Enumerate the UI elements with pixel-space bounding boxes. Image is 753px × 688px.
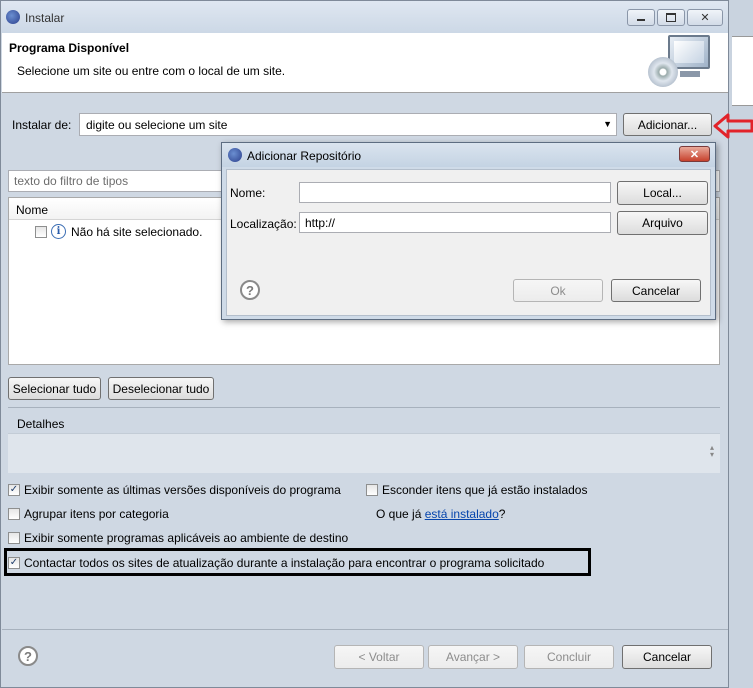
red-arrow-annotation	[713, 113, 753, 139]
install-from-value: digite ou selecione um site	[86, 118, 228, 132]
whats-installed-link[interactable]: está instalado	[425, 507, 499, 521]
hide-installed-label: Esconder itens que já estão instalados	[382, 483, 588, 497]
install-from-label: Instalar de:	[12, 118, 72, 132]
footer-separator	[2, 629, 728, 630]
select-all-button[interactable]: Selecionar tudo	[8, 377, 101, 400]
help-icon[interactable]: ?	[18, 646, 38, 666]
minimize-button[interactable]	[627, 9, 655, 26]
eclipse-logo-icon	[6, 10, 20, 24]
install-banner-icon	[648, 35, 712, 91]
dialog-eclipse-icon	[228, 148, 242, 162]
contact-all-sites-checkbox[interactable]: ✓	[8, 557, 20, 569]
deselect-all-button[interactable]: Deselecionar tudo	[108, 377, 214, 400]
maximize-icon	[666, 13, 676, 22]
separator	[8, 407, 720, 408]
show-latest-checkbox[interactable]: ✓	[8, 484, 20, 496]
wizard-header: Programa Disponível Selecione um site ou…	[2, 33, 728, 93]
show-applicable-label: Exibir somente programas aplicáveis ao a…	[24, 531, 349, 545]
local-button[interactable]: Local...	[617, 181, 708, 205]
whats-installed-text: O que já está instalado?	[376, 507, 506, 521]
details-scrollbar[interactable]: ▴ ▾	[708, 444, 716, 462]
title-bar: Instalar ✕	[1, 1, 728, 33]
contact-all-sites-label: Contactar todos os sites de atualização …	[24, 556, 545, 570]
background-window-content	[732, 36, 753, 106]
info-icon: i	[51, 224, 66, 239]
name-label: Nome:	[230, 186, 266, 200]
install-window: Instalar ✕ Programa Disponível Selecione…	[0, 0, 729, 688]
dialog-title-bar: Adicionar Repositório ✕	[222, 143, 715, 167]
empty-row-label: Não há site selecionado.	[71, 225, 203, 239]
dialog-close-button[interactable]: ✕	[679, 146, 710, 162]
column-header-name[interactable]: Nome	[16, 203, 48, 217]
group-by-category-label: Agrupar itens por categoria	[24, 507, 169, 521]
show-applicable-checkbox[interactable]	[8, 532, 20, 544]
hide-installed-checkbox[interactable]	[366, 484, 378, 496]
ok-button[interactable]: Ok	[513, 279, 603, 302]
location-label: Localização:	[230, 217, 297, 231]
show-latest-label: Exibir somente as últimas versões dispon…	[24, 483, 341, 497]
archive-button[interactable]: Arquivo	[617, 211, 708, 235]
dialog-cancel-button[interactable]: Cancelar	[611, 279, 701, 302]
chevron-down-icon[interactable]: ▼	[603, 119, 612, 129]
group-by-category-checkbox[interactable]	[8, 508, 20, 520]
finish-button[interactable]: Concluir	[524, 645, 614, 669]
next-button[interactable]: Avançar >	[428, 645, 518, 669]
dialog-title: Adicionar Repositório	[247, 149, 362, 163]
minimize-icon	[637, 18, 645, 21]
maximize-button[interactable]	[657, 9, 685, 26]
close-icon: ✕	[700, 12, 710, 24]
dialog-help-icon[interactable]: ?	[240, 280, 260, 300]
type-filter-placeholder: texto do filtro de tipos	[14, 174, 129, 188]
window-title: Instalar	[25, 11, 65, 25]
name-field[interactable]	[299, 182, 611, 203]
location-field[interactable]: http://	[299, 212, 611, 233]
add-site-button[interactable]: Adicionar...	[623, 113, 712, 136]
back-button[interactable]: < Voltar	[334, 645, 424, 669]
details-area[interactable]: ▴ ▾	[8, 433, 720, 473]
background-window-strip	[729, 0, 753, 688]
row-checkbox[interactable]	[35, 226, 47, 238]
dialog-close-icon: ✕	[689, 148, 700, 161]
page-subtitle: Selecione um site ou entre com o local d…	[17, 64, 286, 78]
page-title: Programa Disponível	[9, 41, 130, 55]
install-from-combo[interactable]: digite ou selecione um site ▼	[79, 113, 617, 136]
close-window-button[interactable]: ✕	[687, 9, 723, 26]
dialog-body: Nome: Local... Localização: http:// Arqu…	[226, 169, 711, 316]
cancel-button[interactable]: Cancelar	[622, 645, 712, 669]
add-repository-dialog: Adicionar Repositório ✕ Nome: Local... L…	[221, 142, 716, 320]
details-label: Detalhes	[17, 417, 65, 431]
